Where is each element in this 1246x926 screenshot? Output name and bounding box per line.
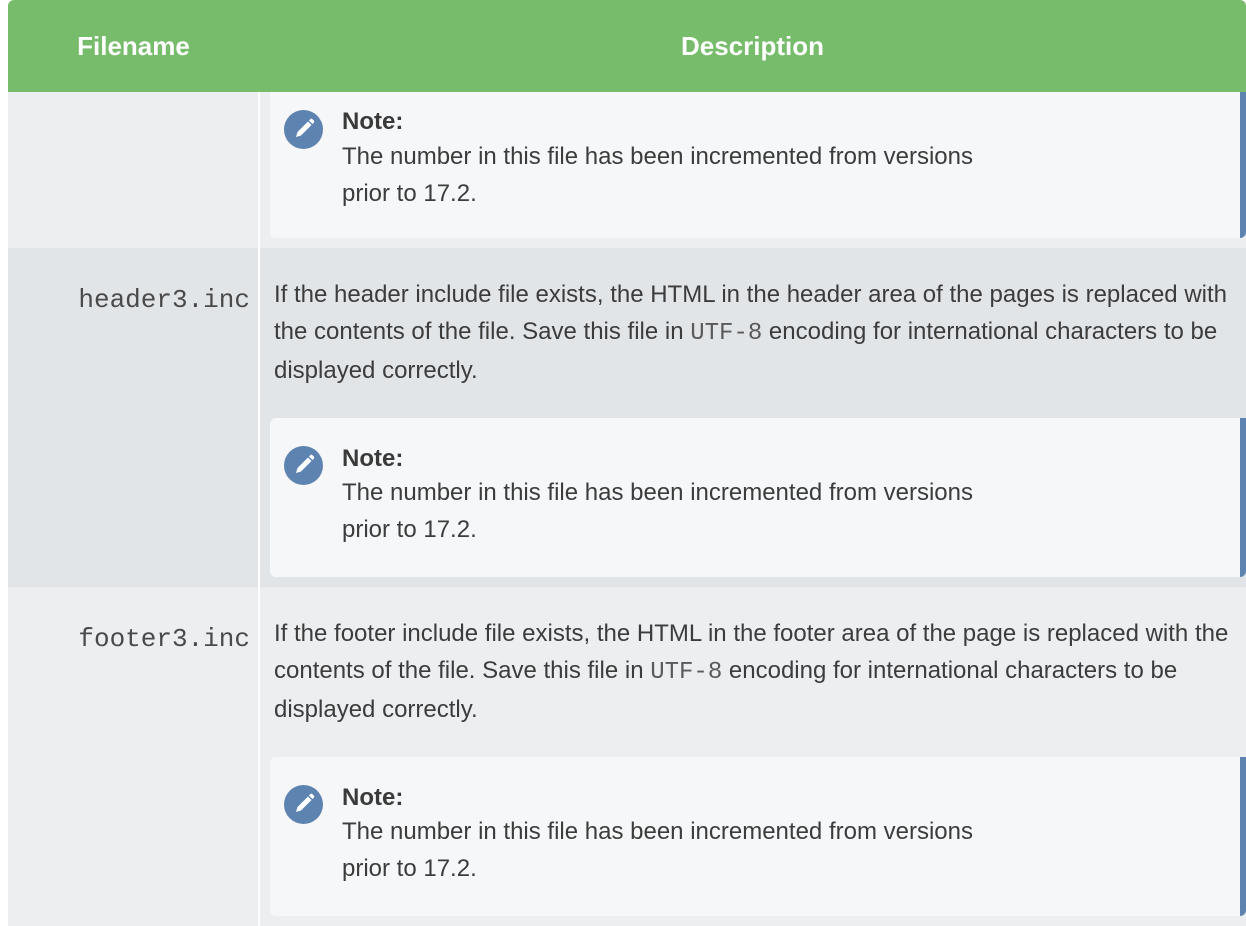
filename-cell: header3.inc xyxy=(8,248,260,587)
pencil-icon xyxy=(284,785,323,824)
description-cell: Note: The number in this file has been i… xyxy=(259,92,1246,248)
note-title: Note: xyxy=(342,445,404,472)
filename xyxy=(8,92,258,124)
note-box: Note: The number in this file has been i… xyxy=(270,92,1246,238)
encoding-code: UTF-8 xyxy=(650,659,723,686)
note-title: Note: xyxy=(342,784,404,811)
note-text: The number in this file has been increme… xyxy=(342,818,973,882)
table-row: footer3.inc If the footer include file e… xyxy=(8,587,1246,926)
table-row: header3.inc If the header include file e… xyxy=(8,248,1246,587)
note-title: Note: xyxy=(342,108,404,135)
note-text: The number in this file has been increme… xyxy=(342,479,973,543)
table-row: Note: The number in this file has been i… xyxy=(8,92,1246,248)
description-cell: If the footer include file exists, the H… xyxy=(259,587,1246,926)
encoding-code: UTF-8 xyxy=(690,320,763,347)
filename: header3.inc xyxy=(78,285,250,315)
description-cell: If the header include file exists, the H… xyxy=(259,248,1246,587)
note-text: The number in this file has been increme… xyxy=(342,143,973,207)
description-text: If the footer include file exists, the H… xyxy=(270,587,1246,728)
pencil-icon xyxy=(284,110,323,149)
note-box: Note: The number in this file has been i… xyxy=(270,418,1246,577)
filename: footer3.inc xyxy=(78,624,250,654)
description-text: If the header include file exists, the H… xyxy=(270,248,1246,389)
note-box: Note: The number in this file has been i… xyxy=(270,757,1246,916)
filename-column-header: Filename xyxy=(8,0,259,92)
description-column-header: Description xyxy=(259,0,1246,92)
pencil-icon xyxy=(284,446,323,485)
filename-cell xyxy=(8,92,260,248)
table-header-row: Filename Description xyxy=(8,0,1246,92)
filename-cell: footer3.inc xyxy=(8,587,260,926)
files-table: Filename Description Note: The number in… xyxy=(8,0,1246,926)
